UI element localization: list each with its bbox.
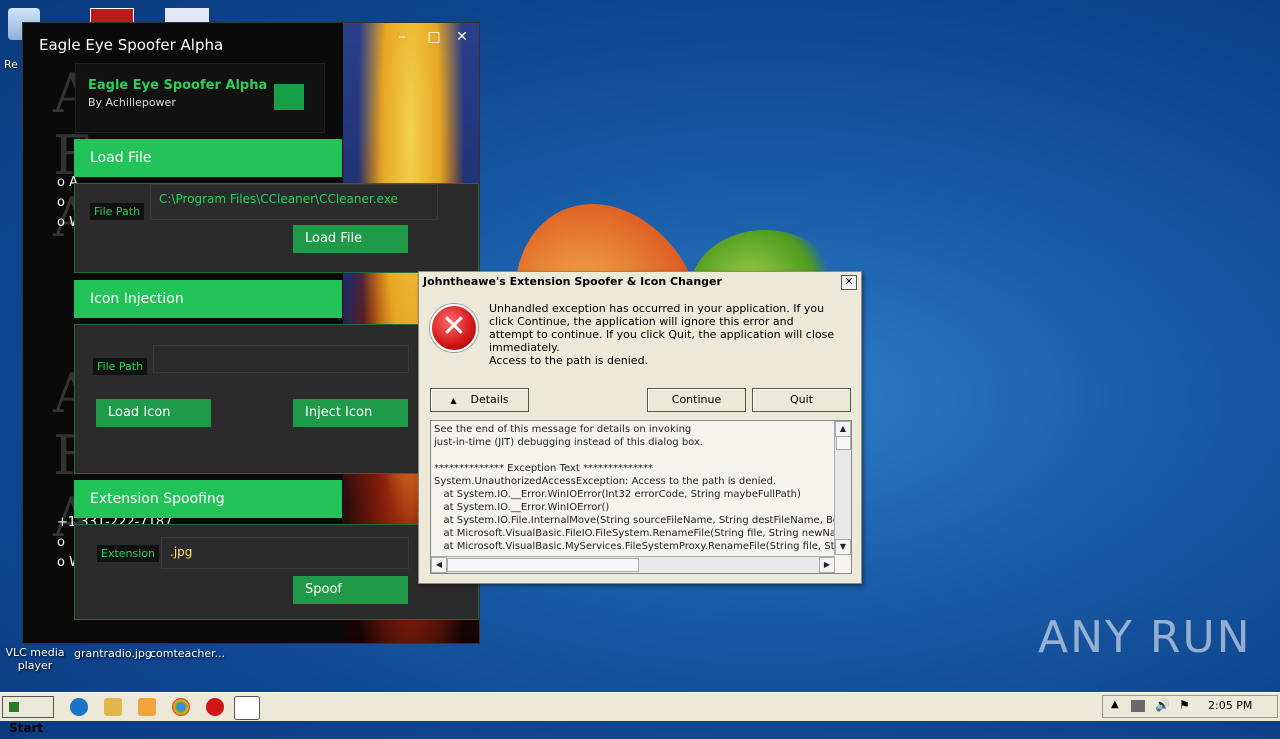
error-icon: ✕ (430, 304, 478, 352)
file-path-field[interactable]: C:\Program Files\CCleaner\CCleaner.exe (150, 184, 438, 220)
taskbar: Start ▲ 🔊 ⚑ 2:05 PM (0, 692, 1280, 735)
file-path-label: File Path (90, 203, 145, 220)
quit-button[interactable]: Quit (752, 388, 851, 412)
dialog-message-detail: Access to the path is denied. (489, 354, 649, 367)
icon-path-label: File Path (93, 358, 148, 375)
section-icon-injection: Icon Injection (74, 280, 342, 318)
close-button[interactable]: ✕ (451, 29, 473, 45)
section-load-file: Load File (74, 139, 342, 177)
app-header: Eagle Eye Spoofer Alpha By Achillepower (75, 63, 325, 133)
dialog-message: Unhandled exception has occurred in your… (489, 302, 835, 354)
dialog-close-button[interactable]: ✕ (841, 275, 857, 290)
spoofer-window: A F A A F A o A o o W +1 331-222-7187 o … (22, 22, 480, 644)
icon-path-field[interactable] (153, 345, 409, 373)
windows-logo-icon (9, 702, 19, 712)
header-subtitle: By Achillepower (88, 96, 176, 109)
load-file-panel: File Path C:\Program Files\CCleaner\CCle… (74, 183, 479, 273)
extension-label: Extension (97, 545, 160, 562)
media-player-icon[interactable] (138, 698, 156, 716)
error-dialog: Johntheawe's Extension Spoofer & Icon Ch… (418, 271, 862, 584)
section-extension-spoofing: Extension Spoofing (74, 480, 342, 518)
spoof-button[interactable]: Spoof (293, 576, 408, 604)
desktop-icon-grantradio[interactable]: grantradio.jpg (74, 647, 152, 660)
opera-icon[interactable] (206, 698, 224, 716)
scroll-down-arrow[interactable]: ▼ (835, 539, 851, 555)
caret-up-icon: ▲ (450, 396, 457, 405)
extension-field[interactable]: .jpg (161, 537, 409, 569)
horizontal-scrollbar[interactable]: ◀ ▶ (431, 556, 835, 573)
ie-icon[interactable] (70, 698, 88, 716)
continue-button[interactable]: Continue (647, 388, 746, 412)
scroll-left-arrow[interactable]: ◀ (431, 557, 447, 573)
desktop-icon-label: VLC media player (5, 646, 65, 672)
anyrun-watermark: ANY RUN (1038, 612, 1252, 663)
start-label: Start (9, 721, 44, 735)
volume-icon[interactable]: 🔊 (1155, 698, 1170, 712)
desktop-icon-label: comteacher... (150, 647, 226, 660)
maximize-button[interactable]: □ (423, 29, 445, 45)
desktop-icon-comteacher[interactable]: comteacher... (150, 647, 226, 660)
chrome-icon[interactable] (172, 698, 190, 716)
minimize-button[interactable]: – (391, 29, 413, 45)
load-icon-button[interactable]: Load Icon (96, 399, 211, 427)
vertical-scrollbar[interactable]: ▲ ▼ (834, 421, 851, 555)
details-text: See the end of this message for details … (434, 424, 834, 552)
taskbar-clock[interactable]: 2:05 PM (1208, 699, 1252, 712)
scroll-up-arrow[interactable]: ▲ (835, 421, 851, 437)
inject-icon-button[interactable]: Inject Icon (293, 399, 408, 427)
desktop-icon-label: grantradio.jpg (74, 647, 152, 660)
details-button-label: Details (470, 393, 509, 406)
details-textbox[interactable]: See the end of this message for details … (430, 420, 852, 574)
load-file-button[interactable]: Load File (293, 225, 408, 253)
details-button[interactable]: ▲ Details (430, 388, 529, 412)
network-icon[interactable] (1131, 700, 1145, 712)
start-button[interactable]: Start (2, 696, 54, 735)
flag-icon[interactable]: ⚑ (1179, 698, 1190, 712)
horizontal-scroll-thumb[interactable] (447, 558, 639, 572)
scroll-right-arrow[interactable]: ▶ (819, 557, 835, 573)
tray-expand-icon[interactable]: ▲ (1111, 699, 1119, 710)
header-title: Eagle Eye Spoofer Alpha (88, 78, 268, 93)
vertical-scroll-thumb[interactable] (836, 436, 851, 450)
explorer-icon[interactable] (104, 698, 122, 716)
header-logo-square (274, 84, 304, 110)
window-title: Eagle Eye Spoofer Alpha (39, 36, 224, 54)
dialog-title: Johntheawe's Extension Spoofer & Icon Ch… (423, 275, 722, 288)
running-app-icon[interactable] (234, 696, 260, 720)
